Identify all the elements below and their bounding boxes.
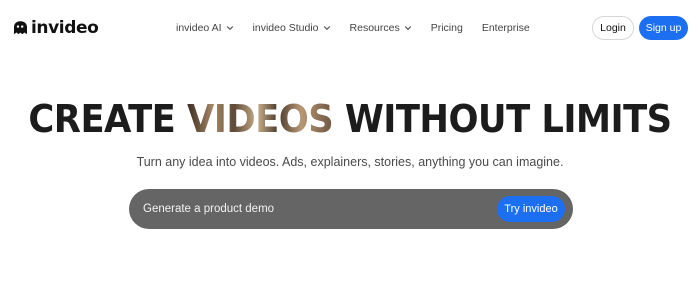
headline-word-create: CREATE xyxy=(28,97,176,141)
headline-word-without-limits: WITHOUT LIMITS xyxy=(344,97,672,141)
nav-item-invideo-ai[interactable]: invideo AI xyxy=(176,22,234,34)
chevron-down-icon xyxy=(226,26,233,30)
nav-item-resources[interactable]: Resources xyxy=(350,22,412,34)
hero-headline: CREATE VIDEOS WITHOUT LIMITS xyxy=(25,94,676,144)
nav-item-enterprise[interactable]: Enterprise xyxy=(482,22,530,34)
chevron-down-icon xyxy=(404,26,411,30)
login-button[interactable]: Login xyxy=(592,16,634,40)
chevron-down-icon xyxy=(323,26,330,30)
top-navigation: invideo invideo AI invideo Studio Resour… xyxy=(0,0,700,56)
prompt-input[interactable] xyxy=(143,199,483,219)
prompt-bar: Try invideo xyxy=(129,189,573,229)
headline-word-videos: VIDEOS xyxy=(186,97,334,141)
nav-item-pricing[interactable]: Pricing xyxy=(431,22,463,34)
brand-logo[interactable]: invideo xyxy=(12,17,99,39)
nav-item-label: Enterprise xyxy=(481,22,530,34)
main-nav: invideo AI invideo Studio Resources Pric… xyxy=(176,19,530,37)
brand-name: invideo xyxy=(31,18,99,38)
hero-subtitle: Turn any idea into videos. Ads, explaine… xyxy=(136,155,564,169)
try-invideo-button[interactable]: Try invideo xyxy=(497,196,565,222)
nav-item-label: Resources xyxy=(349,22,400,34)
nav-item-label: invideo Studio xyxy=(252,22,319,34)
nav-item-label: Pricing xyxy=(430,22,463,34)
nav-item-label: invideo AI xyxy=(176,22,222,34)
page: invideo invideo AI invideo Studio Resour… xyxy=(0,0,700,300)
nav-item-invideo-studio[interactable]: invideo Studio xyxy=(253,22,331,34)
ghost-logo-icon xyxy=(14,21,27,35)
signup-button[interactable]: Sign up xyxy=(639,16,688,40)
